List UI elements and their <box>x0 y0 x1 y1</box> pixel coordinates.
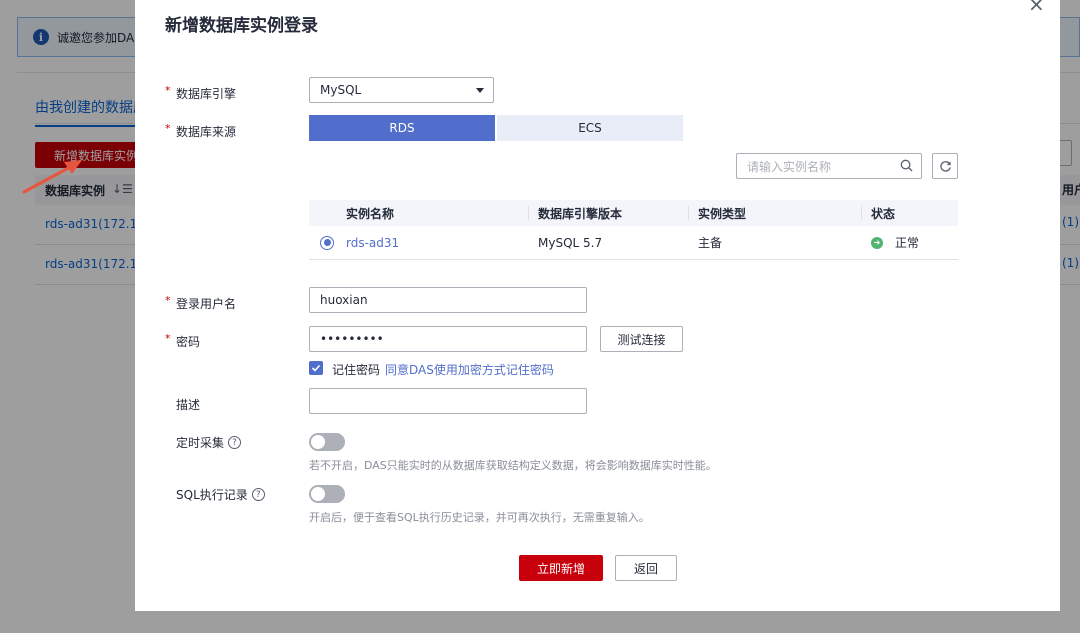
check-icon <box>311 364 321 372</box>
engine-select[interactable]: MySQL <box>309 77 494 103</box>
password-input[interactable]: ••••••••• <box>309 326 587 352</box>
column-divider <box>861 206 862 220</box>
refresh-icon <box>939 160 951 172</box>
scheduled-collect-label: 定时采集 ? <box>176 434 242 451</box>
column-divider <box>528 206 529 220</box>
required-mark: * <box>165 332 171 345</box>
table-row[interactable]: rds-ad31 MySQL 5.7 主备 ➜ 正常 <box>309 226 958 260</box>
remember-password-agreement-link[interactable]: 同意DAS使用加密方式记住密码 <box>385 361 554 378</box>
instance-version: MySQL 5.7 <box>538 235 603 250</box>
required-mark: * <box>165 294 171 307</box>
password-label: 密码 <box>176 335 201 349</box>
instance-status: 正常 <box>895 236 920 250</box>
scheduled-collect-switch[interactable] <box>309 433 345 451</box>
scheduled-collect-hint: 若不开启，DAS只能实时的从数据库获取结构定义数据，将会影响数据库实时性能。 <box>309 459 717 472</box>
username-label: 登录用户名 <box>176 297 237 311</box>
sql-log-label: SQL执行记录 ? <box>176 486 265 503</box>
required-mark: * <box>165 122 171 135</box>
scheduled-collect-text: 定时采集 <box>176 436 225 450</box>
column-header-version: 数据库引擎版本 <box>538 206 623 221</box>
column-divider <box>688 206 689 220</box>
search-icon[interactable] <box>900 159 913 172</box>
sql-log-switch[interactable] <box>309 485 345 503</box>
add-instance-dialog: 新增数据库实例登录 × * 数据库引擎 MySQL * 数据库来源 RDS EC… <box>135 0 1060 611</box>
close-icon[interactable]: × <box>1028 0 1045 14</box>
search-placeholder: 请输入实例名称 <box>747 159 832 174</box>
remember-password-label[interactable]: 记住密码 <box>332 361 380 378</box>
instance-type: 主备 <box>698 236 723 250</box>
column-header-type: 实例类型 <box>698 206 747 221</box>
sql-log-text: SQL执行记录 <box>176 488 248 502</box>
sql-log-hint: 开启后，便于查看SQL执行历史记录，并可再次执行，无需重复输入。 <box>309 511 650 524</box>
table-header: 实例名称 数据库引擎版本 实例类型 状态 <box>309 200 958 226</box>
back-button[interactable]: 返回 <box>615 555 677 581</box>
instance-name[interactable]: rds-ad31 <box>346 236 399 250</box>
engine-value: MySQL <box>320 83 362 97</box>
refresh-button[interactable] <box>932 153 958 179</box>
username-input[interactable]: huoxian <box>309 287 587 313</box>
instance-radio[interactable] <box>320 235 334 250</box>
required-mark: * <box>165 84 171 97</box>
remember-password-checkbox[interactable] <box>309 361 323 375</box>
submit-button[interactable]: 立即新增 <box>519 555 603 581</box>
status-ok-icon: ➜ <box>871 236 883 249</box>
help-icon[interactable]: ? <box>228 436 242 449</box>
description-input[interactable] <box>309 388 587 414</box>
caret-down-icon <box>476 88 484 93</box>
source-label: 数据库来源 <box>176 125 237 139</box>
description-label: 描述 <box>176 398 201 412</box>
instance-table: 实例名称 数据库引擎版本 实例类型 状态 rds-ad31 MySQL 5.7 … <box>309 200 958 260</box>
source-option-ecs[interactable]: ECS <box>497 115 683 141</box>
source-option-rds[interactable]: RDS <box>309 115 495 141</box>
engine-label: 数据库引擎 <box>176 87 237 101</box>
test-connection-button[interactable]: 测试连接 <box>600 326 683 352</box>
annotation-arrow-icon <box>22 160 82 194</box>
instance-search-input[interactable]: 请输入实例名称 <box>736 153 922 179</box>
column-header-name: 实例名称 <box>346 206 395 221</box>
dialog-title: 新增数据库实例登录 <box>165 16 318 36</box>
help-icon[interactable]: ? <box>251 488 265 501</box>
column-header-status: 状态 <box>871 206 896 221</box>
